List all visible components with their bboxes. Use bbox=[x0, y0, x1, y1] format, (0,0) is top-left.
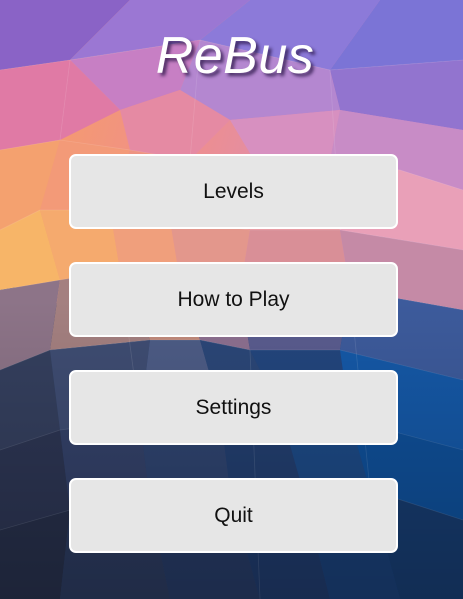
how-to-play-button[interactable]: How to Play bbox=[69, 262, 398, 337]
settings-button[interactable]: Settings bbox=[69, 370, 398, 445]
quit-button[interactable]: Quit bbox=[69, 478, 398, 553]
settings-button-label: Settings bbox=[195, 395, 272, 419]
levels-button[interactable]: Levels bbox=[69, 154, 398, 229]
quit-button-label: Quit bbox=[214, 503, 253, 527]
game-title: ReBus bbox=[155, 27, 315, 85]
levels-button-label: Levels bbox=[203, 179, 264, 203]
how-to-play-button-label: How to Play bbox=[177, 287, 290, 311]
